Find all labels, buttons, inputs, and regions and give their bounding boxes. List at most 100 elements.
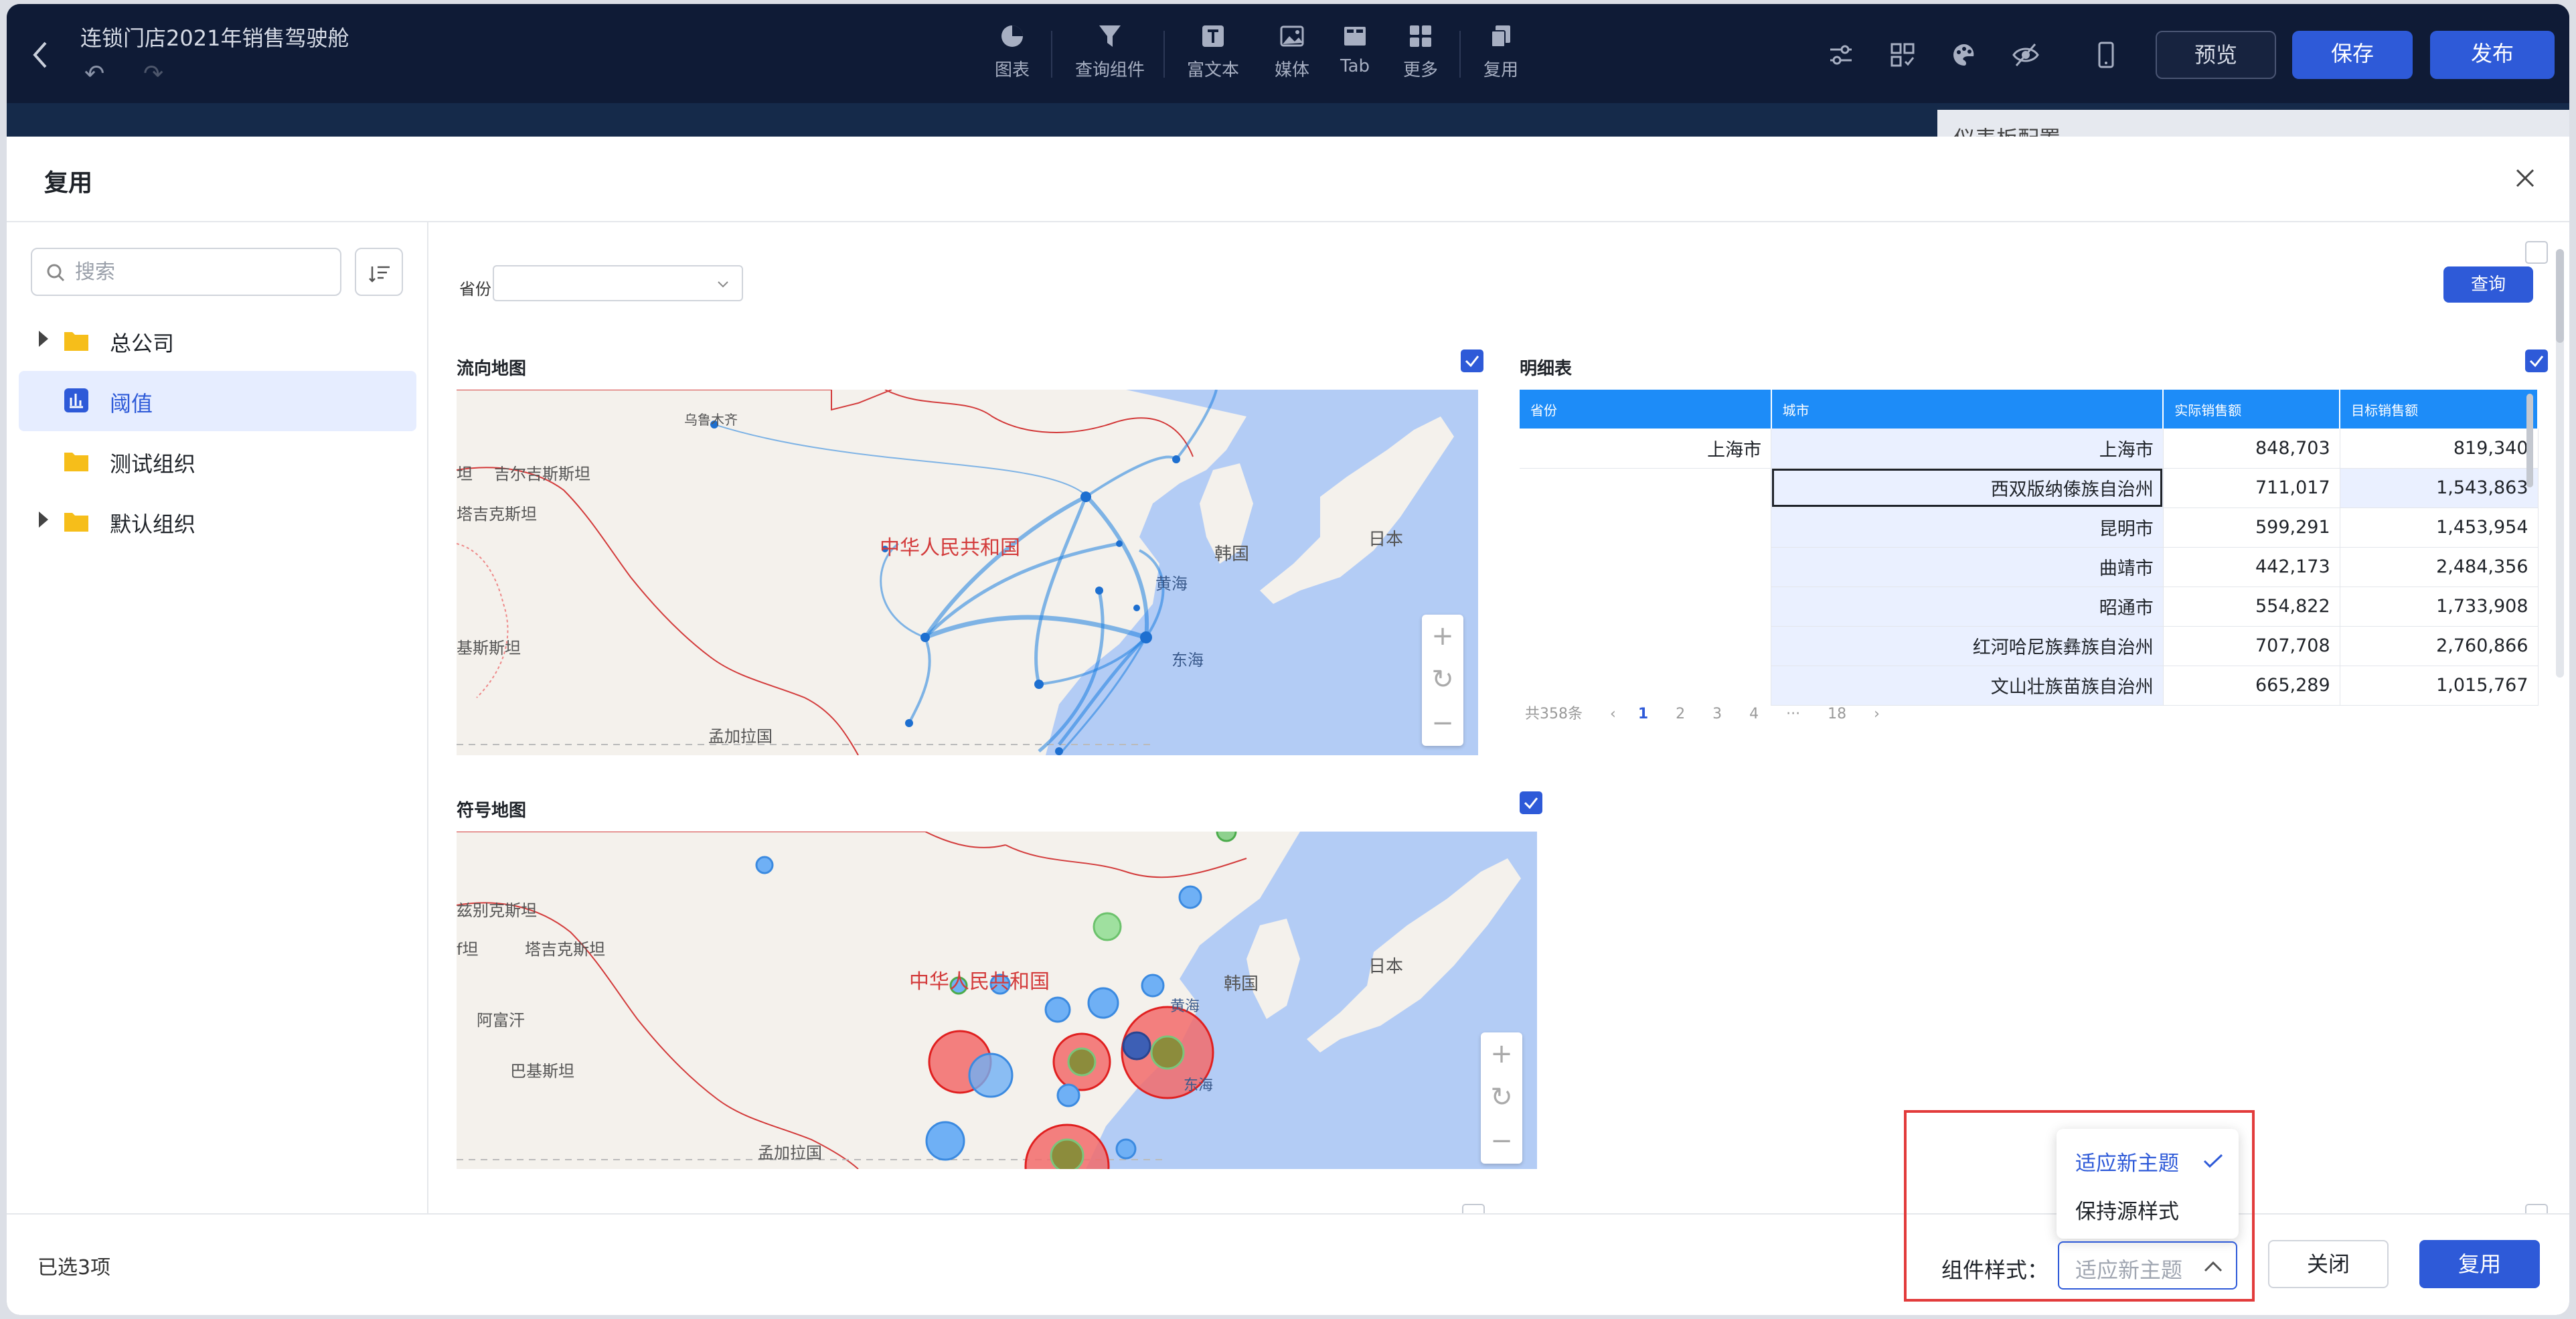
tree-item-label: 默认组织	[110, 512, 196, 537]
mobile-icon[interactable]	[2091, 40, 2121, 70]
page-link[interactable]: 18	[1828, 706, 1846, 722]
reset-icon[interactable]: ↻	[1481, 1076, 1522, 1119]
tool-reuse[interactable]: 复用	[1474, 23, 1528, 81]
map-label-pakistan: 巴基斯坦	[510, 1062, 574, 1081]
map-label-china: 中华人民共和国	[909, 970, 1050, 994]
target-cell: 2,760,866	[2340, 626, 2539, 666]
preview-button[interactable]: 预览	[2156, 31, 2276, 79]
reuse-button[interactable]: 复用	[2419, 1240, 2540, 1288]
component-checkbox[interactable]	[2525, 1204, 2548, 1213]
tool-more[interactable]: 更多	[1392, 23, 1449, 81]
undo-icon[interactable]: ↶	[84, 60, 104, 88]
tree-item-test-org[interactable]: 测试组织	[19, 431, 416, 491]
map-label-pakistan: 基斯斯坦	[457, 639, 521, 657]
tool-tab[interactable]: Tab	[1331, 23, 1379, 76]
eye-off-icon[interactable]	[2011, 40, 2040, 70]
flow-map-checkbox[interactable]	[1461, 350, 1483, 372]
symbol-map-title: 符号地图	[457, 801, 527, 821]
query-button[interactable]: 查询	[2443, 266, 2533, 303]
style-select[interactable]: 适应新主题	[2058, 1241, 2237, 1290]
table-row: 西双版纳傣族自治州 711,017 1,543,863	[1520, 468, 2539, 508]
tree-item-label: 测试组织	[110, 451, 196, 477]
city-cell: 上海市	[1771, 429, 2164, 469]
tree-item-default-org[interactable]: 默认组织	[19, 491, 416, 552]
expand-arrow-icon[interactable]	[39, 331, 48, 347]
app-window: 连锁门店2021年销售驾驶舱 ↶ ↷ 图表 查询组件 富文本 媒体 Tab 更多	[7, 4, 2569, 1315]
city-cell: 曲靖市	[1771, 547, 2164, 587]
actual-cell: 707,708	[2163, 626, 2340, 666]
city-cell: 文山壮族苗族自治州	[1771, 666, 2164, 706]
map-label-urumqi: 乌鲁木齐	[684, 412, 738, 428]
flow-map-title: 流向地图	[457, 359, 527, 379]
component-checkbox[interactable]	[1462, 1204, 1485, 1213]
expand-arrow-icon[interactable]	[39, 512, 48, 528]
save-button[interactable]: 保存	[2292, 31, 2413, 79]
page-link[interactable]: 4	[1749, 706, 1759, 722]
tool-chart[interactable]: 图表	[984, 23, 1040, 81]
tool-chart-label: 图表	[994, 60, 1030, 80]
page-link[interactable]: 3	[1712, 706, 1722, 722]
chevron-up-icon	[2204, 1261, 2223, 1272]
actual-cell: 665,289	[2163, 666, 2340, 706]
zoom-out-icon[interactable]: −	[1481, 1119, 1522, 1163]
folder-icon	[64, 453, 88, 471]
reset-icon[interactable]: ↻	[1422, 658, 1463, 702]
content-scrollbar[interactable]	[2556, 249, 2564, 678]
map-label-japan: 日本	[1368, 530, 1403, 550]
tool-query[interactable]: 查询组件	[1068, 23, 1151, 81]
layout-icon[interactable]	[1888, 40, 1917, 70]
tree-item-headquarters[interactable]: 总公司	[19, 311, 416, 371]
next-page-icon[interactable]: ›	[1874, 706, 1880, 722]
target-cell: 1,543,863	[2340, 468, 2539, 508]
symbol-map[interactable]: 兹别克斯坦 f坦 塔吉克斯坦 阿富汗 巴基斯坦 孟加拉国 中华人民共和国 韩国 …	[457, 832, 1537, 1169]
column-header[interactable]: 实际销售额	[2163, 390, 2341, 429]
resource-tree-panel: 总公司 阈值 测试组织 默认组织	[7, 222, 428, 1213]
palette-icon[interactable]	[1949, 40, 1979, 70]
map-label-afghan: 阿富汗	[477, 1011, 525, 1030]
map-zoom-control: + ↻ −	[1422, 615, 1463, 746]
table-scrollbar[interactable]	[2526, 394, 2533, 487]
publish-button[interactable]: 发布	[2430, 31, 2555, 79]
option-adapt-theme[interactable]: 适应新主题	[2075, 1146, 2179, 1176]
option-keep-source[interactable]: 保持源样式	[2075, 1194, 2179, 1225]
search-icon	[47, 264, 65, 282]
close-button[interactable]: 关闭	[2268, 1240, 2389, 1288]
flow-map[interactable]: 乌鲁木齐 坦 吉尔吉斯斯坦 塔吉克斯坦 基斯斯坦 孟加拉国 中华人民共和国 韩国…	[457, 390, 1478, 755]
zoom-in-icon[interactable]: +	[1481, 1032, 1522, 1076]
redo-icon[interactable]: ↷	[143, 60, 163, 88]
map-label-tajik: 塔吉克斯坦	[457, 505, 537, 524]
map-label-kyrgyz: 吉尔吉斯斯坦	[494, 465, 590, 483]
component-preview-area: 省份 查询 流向地图 乌鲁木齐 坦 吉尔吉斯斯坦 塔吉克斯坦 基斯斯坦 孟加拉国…	[430, 222, 2569, 1213]
column-header[interactable]: 城市	[1771, 390, 2164, 429]
tool-media[interactable]: 媒体	[1265, 23, 1319, 81]
zoom-in-icon[interactable]: +	[1422, 615, 1463, 658]
tool-richtext[interactable]: 富文本	[1180, 23, 1246, 81]
column-header[interactable]: 目标销售额	[2340, 390, 2539, 429]
search-box	[31, 248, 341, 296]
query-component-checkbox[interactable]	[2525, 241, 2548, 264]
page-link[interactable]: 1	[1638, 706, 1648, 722]
zoom-out-icon[interactable]: −	[1422, 702, 1463, 745]
map-label-japan: 日本	[1368, 957, 1403, 977]
svg-text:f坦: f坦	[457, 940, 478, 959]
style-select-value: 适应新主题	[2075, 1257, 2183, 1283]
symbol-map-checkbox[interactable]	[1520, 791, 1542, 814]
sliders-icon[interactable]	[1826, 40, 1856, 70]
province-select[interactable]	[493, 265, 743, 301]
chart-pie-icon	[1001, 25, 1023, 47]
modal-header: 复用	[7, 137, 2569, 222]
tab-icon	[1344, 27, 1366, 46]
search-input[interactable]	[75, 258, 329, 285]
tree-item-threshold[interactable]: 阈值	[19, 371, 416, 431]
close-icon[interactable]	[2509, 162, 2541, 194]
back-icon[interactable]	[31, 39, 58, 76]
tool-more-label: 更多	[1402, 60, 1438, 80]
column-header[interactable]: 省份	[1520, 390, 1772, 429]
map-label-east-sea: 东海	[1172, 651, 1204, 670]
prev-page-icon[interactable]: ‹	[1610, 706, 1616, 722]
detail-table-checkbox[interactable]	[2525, 350, 2548, 372]
actual-cell: 711,017	[2163, 468, 2340, 508]
page-link[interactable]: 2	[1676, 706, 1685, 722]
sort-button[interactable]	[355, 248, 403, 296]
grid-icon	[1410, 25, 1431, 47]
